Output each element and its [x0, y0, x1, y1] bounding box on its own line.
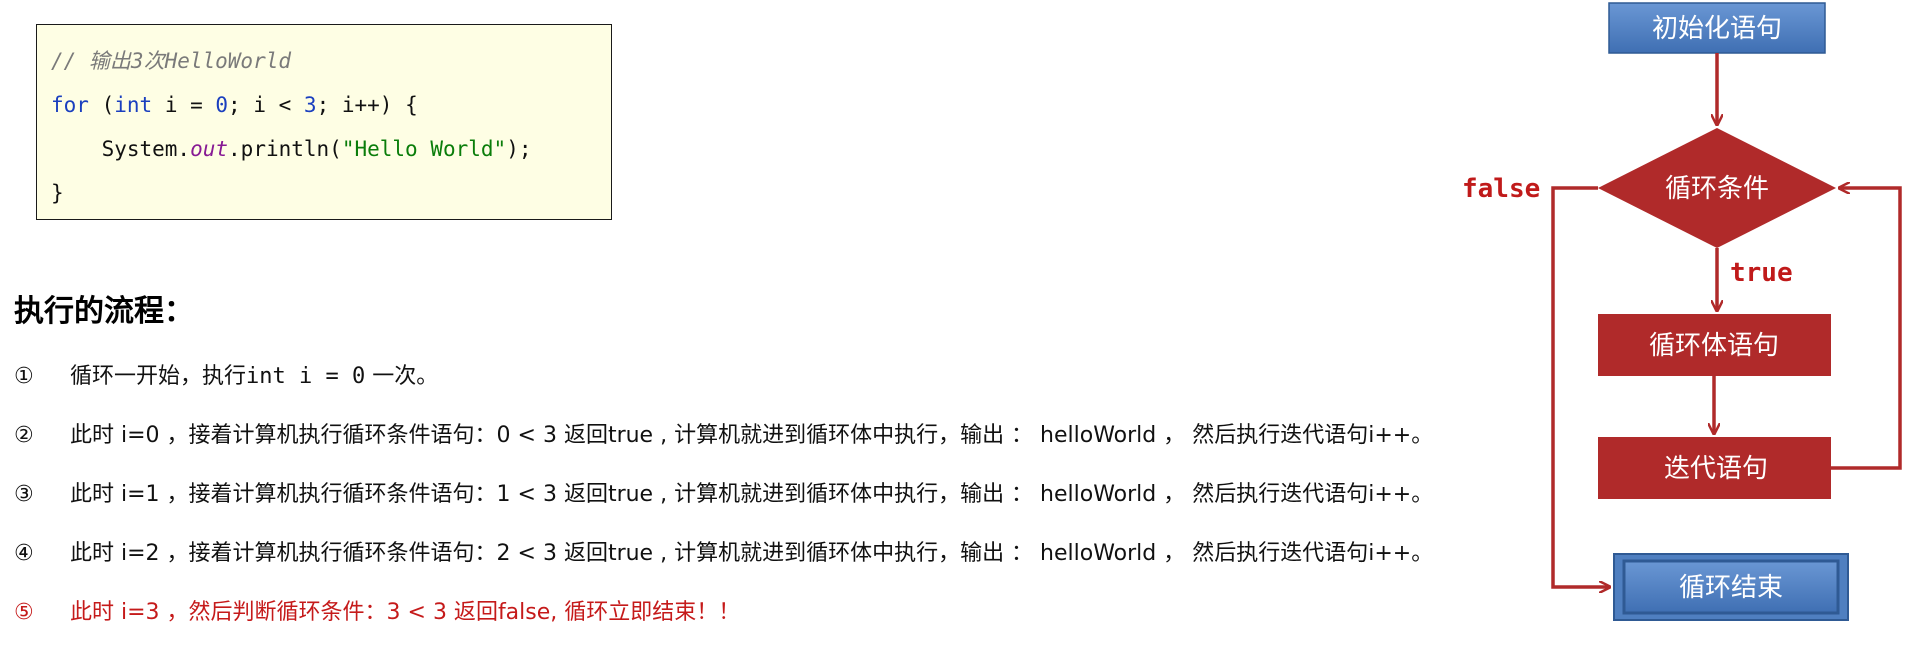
node-init-label: 初始化语句: [1652, 14, 1782, 44]
node-end-label: 循环结束: [1679, 573, 1783, 603]
edge-label-true: true: [1730, 258, 1793, 288]
node-init: 初始化语句: [1608, 2, 1826, 54]
node-condition-label: 循环条件: [1665, 174, 1769, 204]
edge-condition-to-end: [1551, 186, 1610, 587]
node-condition: 循环条件: [1598, 128, 1836, 248]
node-iterate-label: 迭代语句: [1664, 454, 1768, 484]
node-body: 循环体语句: [1598, 314, 1831, 376]
edge-iterate-to-condition: [1831, 188, 1902, 470]
edge-label-false: false: [1462, 174, 1540, 204]
node-end: 循环结束: [1613, 553, 1849, 621]
node-body-label: 循环体语句: [1649, 331, 1779, 361]
flowchart: 初始化语句 循环条件 true 循环体语句 迭代语句 false 循环结束: [1462, 2, 1902, 621]
node-iterate: 迭代语句: [1598, 437, 1831, 499]
